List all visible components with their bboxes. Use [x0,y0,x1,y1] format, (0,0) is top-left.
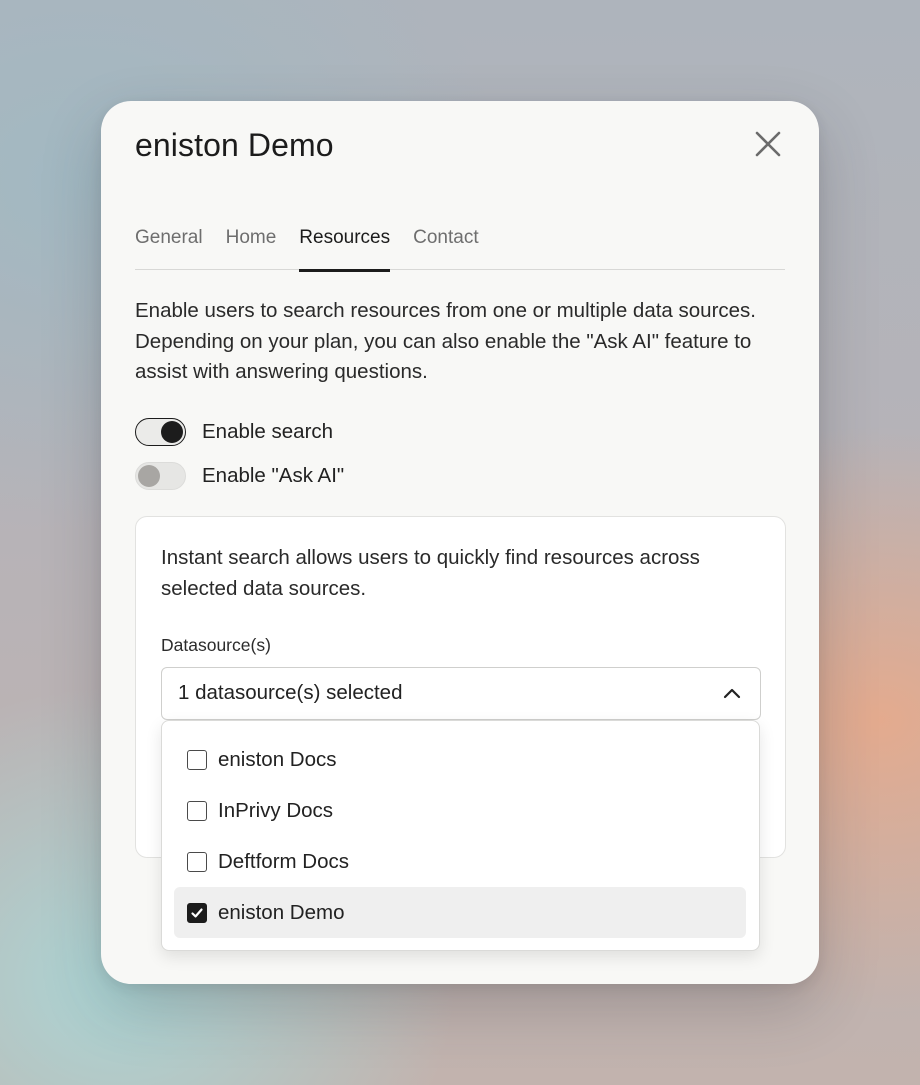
tab-bar: General Home Resources Contact [135,223,785,272]
datasource-option-deftform-docs[interactable]: Deftform Docs [174,836,746,887]
option-label: eniston Demo [218,900,345,924]
checkbox-checked[interactable] [187,902,207,923]
datasource-select-value: 1 datasource(s) selected [178,681,403,704]
toggle-knob [161,420,183,443]
tab-contact[interactable]: Contact [413,223,478,270]
enable-search-toggle[interactable] [135,418,186,446]
tab-resources[interactable]: Resources [299,223,390,272]
tab-home[interactable]: Home [226,223,277,270]
enable-ask-ai-label: Enable "Ask AI" [202,464,345,487]
datasource-option-inprivy-docs[interactable]: InPrivy Docs [174,785,746,836]
datasource-option-eniston-docs[interactable]: eniston Docs [174,734,746,785]
enable-ask-ai-toggle[interactable] [135,462,186,490]
option-label: InPrivy Docs [218,798,334,822]
panel-description: Instant search allows users to quickly f… [161,546,700,600]
datasource-option-eniston-demo[interactable]: eniston Demo [174,887,746,938]
option-label: Deftform Docs [218,849,349,873]
resources-description: Enable users to search resources from on… [135,299,756,383]
datasource-dropdown: eniston Docs InPrivy Docs Deftform Docs … [161,720,760,951]
enable-ask-ai-row: Enable "Ask AI" [135,462,344,490]
checkbox[interactable] [187,800,207,821]
option-label: eniston Docs [218,747,337,771]
close-button[interactable] [751,127,785,161]
datasource-field-label: Datasource(s) [161,635,271,655]
chevron-up-icon [723,688,741,699]
checkbox[interactable] [187,851,207,872]
toggle-knob [138,464,160,487]
checkbox[interactable] [187,749,207,770]
datasource-select[interactable]: 1 datasource(s) selected [161,667,761,720]
enable-search-row: Enable search [135,418,333,446]
tab-general[interactable]: General [135,223,203,270]
close-icon [755,131,781,157]
checkmark-icon [191,908,203,917]
dialog-title: eniston Demo [135,127,334,163]
settings-dialog: eniston Demo General Home Resources Cont… [101,101,819,984]
enable-search-label: Enable search [202,420,334,443]
